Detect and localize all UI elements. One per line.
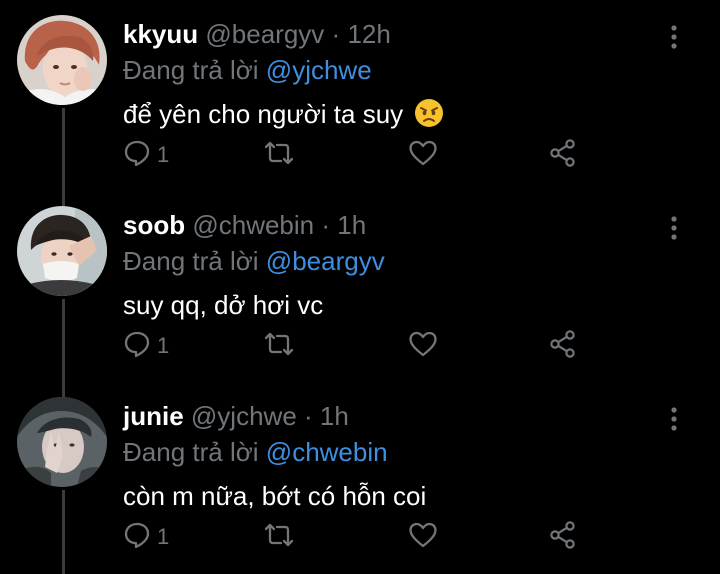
tweet[interactable]: kkyuu @beargyv · 12h Đang trả lời @yjchw…	[0, 0, 720, 191]
retweet-icon	[262, 521, 296, 554]
reply-button[interactable]: 1	[123, 135, 169, 175]
replying-to: Đang trả lời @yjchwe	[123, 54, 372, 86]
more-options-icon[interactable]	[664, 404, 684, 434]
avatar[interactable]	[17, 397, 107, 487]
replying-to-label: Đang trả lời	[123, 55, 259, 85]
replying-to-label: Đang trả lời	[123, 437, 259, 467]
reply-icon	[123, 139, 151, 172]
tweet-text: suy qq, dở hơi vc	[123, 288, 323, 322]
mention-link[interactable]: @beargyv	[266, 246, 385, 276]
replying-to: Đang trả lời @chwebin	[123, 436, 388, 468]
share-icon	[548, 329, 578, 364]
tweet-actions: 1	[0, 326, 720, 366]
user-handle[interactable]: @yjchwe	[191, 401, 297, 431]
timestamp[interactable]: 1h	[320, 401, 349, 431]
meta-separator: ·	[331, 19, 341, 49]
tweet-text-content: để yên cho người ta suy	[123, 99, 404, 129]
tweet[interactable]: soob @chwebin · 1h Đang trả lời @beargyv…	[0, 191, 720, 382]
reply-icon	[123, 521, 151, 554]
reply-button[interactable]: 1	[123, 517, 169, 557]
user-handle[interactable]: @beargyv	[205, 19, 324, 49]
tweet-actions: 1	[0, 517, 720, 557]
display-name[interactable]: junie	[123, 401, 184, 431]
tweet-text: còn m nữa, bớt có hỗn coi	[123, 479, 426, 513]
tweet-header: soob @chwebin · 1h	[123, 209, 366, 241]
retweet-button[interactable]	[262, 517, 296, 557]
display-name[interactable]: soob	[123, 210, 185, 240]
replying-to-label: Đang trả lời	[123, 246, 259, 276]
avatar[interactable]	[17, 206, 107, 296]
reply-icon	[123, 330, 151, 363]
retweet-button[interactable]	[262, 135, 296, 175]
share-icon	[548, 520, 578, 555]
like-icon	[408, 330, 438, 363]
more-options-icon[interactable]	[664, 22, 684, 52]
reply-count: 1	[157, 142, 170, 167]
like-button[interactable]	[408, 135, 438, 175]
tweet[interactable]: junie @yjchwe · 1h Đang trả lời @chwebin…	[0, 382, 720, 573]
angry-face-emoji	[414, 98, 444, 136]
retweet-icon	[262, 139, 296, 172]
share-button[interactable]	[548, 517, 578, 557]
avatar[interactable]	[17, 15, 107, 105]
reply-button[interactable]: 1	[123, 326, 169, 366]
share-button[interactable]	[548, 326, 578, 366]
mention-link[interactable]: @chwebin	[266, 437, 388, 467]
share-icon	[548, 138, 578, 173]
tweet-text-content: còn m nữa, bớt có hỗn coi	[123, 481, 427, 511]
display-name[interactable]: kkyuu	[123, 19, 198, 49]
reply-count: 1	[157, 333, 170, 358]
user-handle[interactable]: @chwebin	[192, 210, 314, 240]
tweet-actions: 1	[0, 135, 720, 175]
timestamp[interactable]: 1h	[337, 210, 366, 240]
tweet-header: junie @yjchwe · 1h	[123, 400, 349, 432]
mention-link[interactable]: @yjchwe	[266, 55, 372, 85]
replying-to: Đang trả lời @beargyv	[123, 245, 385, 277]
like-button[interactable]	[408, 517, 438, 557]
timestamp[interactable]: 12h	[347, 19, 390, 49]
tweet-text: để yên cho người ta suy	[123, 97, 444, 136]
tweet-text-content: suy qq, dở hơi vc	[123, 290, 324, 320]
like-icon	[408, 139, 438, 172]
like-button[interactable]	[408, 326, 438, 366]
tweet-header: kkyuu @beargyv · 12h	[123, 18, 391, 50]
share-button[interactable]	[548, 135, 578, 175]
meta-separator: ·	[304, 401, 313, 431]
more-options-icon[interactable]	[664, 213, 684, 243]
like-icon	[408, 521, 438, 554]
retweet-icon	[262, 330, 296, 363]
meta-separator: ·	[321, 210, 331, 240]
retweet-button[interactable]	[262, 326, 296, 366]
reply-count: 1	[157, 524, 170, 549]
